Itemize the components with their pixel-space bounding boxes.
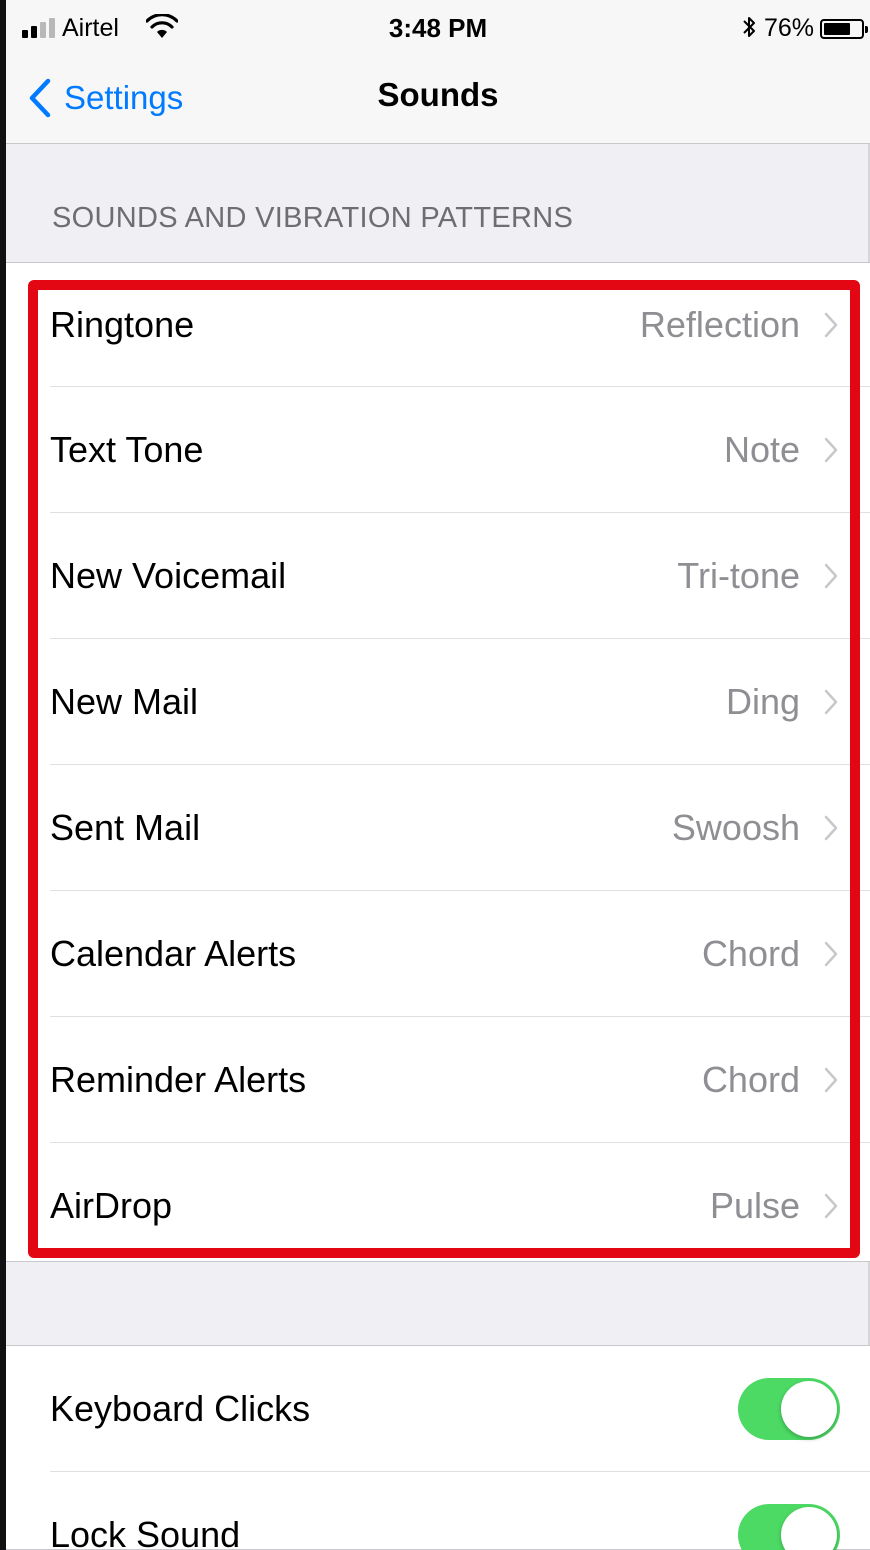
- row-label: Ringtone: [50, 304, 195, 345]
- calendar-alerts-row[interactable]: Calendar Alerts Chord: [6, 891, 870, 1017]
- chevron-right-icon: [824, 941, 838, 967]
- airdrop-row[interactable]: AirDrop Pulse: [6, 1143, 870, 1269]
- row-label: Reminder Alerts: [50, 1059, 307, 1100]
- navigation-bar: Settings Sounds: [6, 56, 870, 144]
- new-mail-row[interactable]: New Mail Ding: [6, 639, 870, 765]
- row-value: Reflection: [639, 304, 800, 345]
- status-time: 3:48 PM: [388, 13, 488, 43]
- toggle-knob: [781, 1381, 837, 1437]
- row-value: Ding: [725, 681, 800, 722]
- section-header: SOUNDS AND VIBRATION PATTERNS: [52, 202, 574, 234]
- battery-icon: [820, 19, 868, 39]
- row-label: Lock Sound: [50, 1514, 241, 1550]
- row-label: Keyboard Clicks: [50, 1388, 311, 1429]
- status-bar: Airtel 3:48 PM 76%: [6, 0, 870, 56]
- row-label: Calendar Alerts: [50, 933, 297, 974]
- row-label: Text Tone: [50, 429, 204, 470]
- chevron-right-icon: [824, 563, 838, 589]
- battery-percent: 76%: [764, 14, 815, 42]
- chevron-right-icon: [824, 689, 838, 715]
- toggle-knob: [781, 1507, 837, 1550]
- row-value: Chord: [701, 1059, 800, 1100]
- lock-sound-toggle[interactable]: [738, 1504, 840, 1550]
- chevron-right-icon: [824, 1067, 838, 1093]
- chevron-right-icon: [824, 815, 838, 841]
- chevron-right-icon: [824, 437, 838, 463]
- sent-mail-row[interactable]: Sent Mail Swoosh: [6, 765, 870, 891]
- keyboard-clicks-row: Keyboard Clicks: [6, 1346, 870, 1472]
- row-label: AirDrop: [50, 1185, 173, 1226]
- row-value: Swoosh: [671, 807, 800, 848]
- chevron-right-icon: [824, 312, 838, 338]
- row-value: Pulse: [709, 1185, 800, 1226]
- row-value: Tri-tone: [677, 555, 800, 596]
- lock-sound-row: Lock Sound: [6, 1472, 870, 1550]
- chevron-right-icon: [824, 1193, 838, 1219]
- row-label: New Voicemail: [50, 555, 287, 596]
- ringtone-row[interactable]: Ringtone Reflection: [6, 263, 870, 387]
- text-tone-row[interactable]: Text Tone Note: [6, 387, 870, 513]
- page-title: Sounds: [377, 76, 499, 113]
- row-label: Sent Mail: [50, 807, 201, 848]
- sounds-list: Ringtone Reflection Text Tone Note New V…: [6, 262, 870, 1262]
- bluetooth-icon: [743, 17, 755, 37]
- new-voicemail-row[interactable]: New Voicemail Tri-tone: [6, 513, 870, 639]
- row-label: New Mail: [50, 681, 199, 722]
- row-value: Chord: [701, 933, 800, 974]
- toggles-list: Keyboard Clicks Lock Sound: [6, 1345, 870, 1550]
- reminder-alerts-row[interactable]: Reminder Alerts Chord: [6, 1017, 870, 1143]
- row-value: Note: [723, 429, 800, 470]
- battery-fill: [824, 23, 851, 35]
- keyboard-clicks-toggle[interactable]: [738, 1378, 840, 1440]
